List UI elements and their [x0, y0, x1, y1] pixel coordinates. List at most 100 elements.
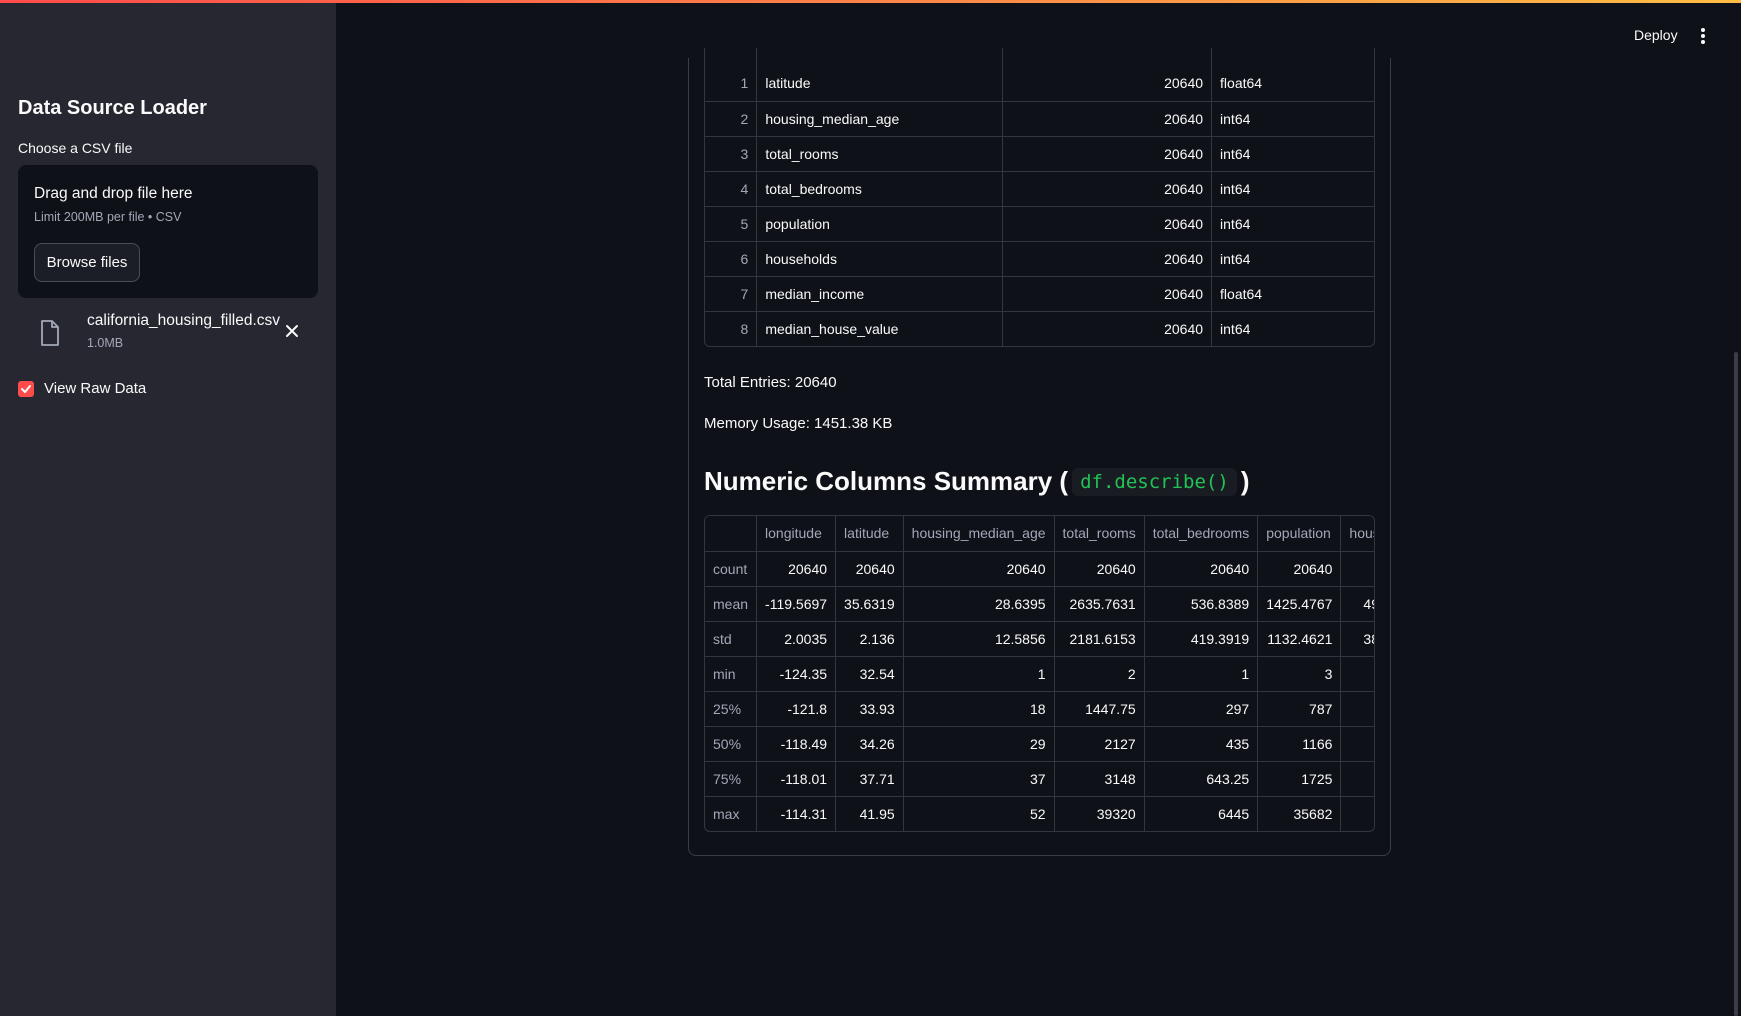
table-cell: 499.53 — [1340, 586, 1374, 622]
table-cell: 2.0035 — [756, 621, 837, 657]
column-header[interactable]: longitude — [756, 516, 837, 552]
table-row: 1 latitude 20640 float64 — [705, 66, 1374, 102]
info-cell-count: 20640 — [1002, 101, 1213, 137]
table-cell — [1340, 656, 1374, 692]
sidebar: Data Source Loader Choose a CSV file Dra… — [0, 0, 336, 1016]
info-cell-idx: 6 — [705, 241, 758, 277]
table-cell: 20640 — [903, 551, 1055, 587]
table-cell: 4 — [1340, 726, 1374, 762]
table-cell: 6 — [1340, 761, 1374, 797]
info-cell-dtype: float64 — [1211, 276, 1374, 312]
table-row: max-114.3141.95523932064453568260 — [705, 796, 1374, 831]
table-header-row: longitude latitude housing_median_age total… — [705, 516, 1374, 552]
page-scrollbar[interactable] — [1734, 352, 1738, 1016]
table-cell: 382.32 — [1340, 621, 1374, 657]
info-cell-column: population — [756, 206, 1003, 242]
column-header[interactable]: total_bedrooms — [1144, 516, 1259, 552]
row-label: min — [705, 656, 758, 692]
table-cell: -118.01 — [756, 761, 837, 797]
file-dropzone[interactable]: Drag and drop file here Limit 200MB per … — [18, 165, 318, 298]
info-cell-dtype: int64 — [1220, 320, 1251, 337]
row-label: count — [705, 551, 758, 587]
info-cell-column: median_house_value — [756, 311, 1003, 346]
browse-files-button[interactable]: Browse files — [34, 243, 140, 282]
view-raw-data-checkbox[interactable] — [18, 380, 34, 397]
table-cell: 1447.75 — [1054, 691, 1145, 727]
column-header[interactable]: housing_median_age — [903, 516, 1055, 552]
table-row: 2 housing_median_age 20640 int64 — [705, 101, 1374, 137]
table-cell: 1425.4767 — [1257, 586, 1342, 622]
column-header[interactable]: latitude — [835, 516, 904, 552]
table-cell: 37 — [903, 761, 1055, 797]
table-cell: 1166 — [1257, 726, 1342, 762]
table-cell: -124.35 — [756, 656, 837, 692]
table-cell: 2181.6153 — [1054, 621, 1145, 657]
describe-table[interactable]: longitude latitude housing_median_age total… — [704, 515, 1375, 832]
info-cell-column: total_bedrooms — [756, 171, 1003, 207]
table-cell: 18 — [903, 691, 1055, 727]
info-cell-dtype: int64 — [1211, 101, 1374, 137]
top-decoration-bar — [0, 0, 1741, 3]
dropzone-title: Drag and drop file here — [34, 185, 193, 202]
header-corner — [705, 516, 758, 552]
info-cell-dtype: int64 — [1211, 171, 1374, 207]
info-cell-count: 20640 — [1002, 171, 1213, 207]
table-cell: 1725 — [1257, 761, 1342, 797]
table-cell: 206 — [1340, 551, 1374, 587]
deploy-button[interactable]: Deploy — [1634, 27, 1678, 43]
table-cell: 35682 — [1257, 796, 1342, 831]
row-label: 75% — [705, 761, 758, 797]
table-cell: 37.71 — [835, 761, 904, 797]
info-cell-column: total_rooms — [756, 136, 1003, 172]
table-cell: 52 — [903, 796, 1055, 831]
row-label: 25% — [705, 691, 758, 727]
table-cell: 2635.7631 — [1054, 586, 1145, 622]
table-cell: 1132.4621 — [1257, 621, 1342, 657]
file-name: california_housing_filled.csv — [87, 312, 281, 329]
info-cell-count: 20640 — [1002, 66, 1213, 102]
table-row: 50%-118.4934.2629212743511664 — [705, 726, 1374, 762]
more-vertical-icon[interactable] — [1698, 26, 1708, 46]
info-cell-idx: 7 — [705, 276, 758, 312]
table-cell: 60 — [1341, 796, 1374, 831]
table-row: 7 median_income 20640 float64 — [705, 276, 1374, 312]
info-cell-count: 20640 — [1002, 136, 1213, 172]
table-cell: 41.95 — [835, 796, 904, 831]
table-cell: 787 — [1257, 691, 1342, 727]
table-cell: 34.26 — [835, 726, 904, 762]
close-icon[interactable] — [283, 322, 301, 340]
row-label: mean — [705, 586, 758, 622]
column-header[interactable]: population — [1257, 516, 1342, 552]
info-cell-dtype: float64 — [1211, 66, 1374, 102]
row-label: std — [705, 621, 758, 657]
table-row: 4 total_bedrooms 20640 int64 — [705, 171, 1374, 207]
row-label: max — [705, 796, 758, 831]
table-cell: 3148 — [1054, 761, 1145, 797]
column-info-table[interactable]: 1 latitude 20640 float64 2 housing_median_age… — [704, 48, 1375, 347]
info-cell-dtype: int64 — [1211, 206, 1374, 242]
table-cell: 29 — [903, 726, 1055, 762]
sidebar-title: Data Source Loader — [18, 97, 207, 119]
table-cell: 12.5856 — [903, 621, 1055, 657]
memory-usage-text: Memory Usage: 1451.38 KB — [704, 415, 893, 432]
view-raw-data-checkbox-row[interactable]: View Raw Data — [18, 380, 146, 397]
table-cell: -118.49 — [756, 726, 837, 762]
column-header[interactable]: househol — [1340, 516, 1374, 552]
table-cell: 20640 — [1144, 551, 1259, 587]
table-cell: 20640 — [756, 551, 837, 587]
info-cell-column: households — [756, 241, 1003, 277]
info-cell-idx: 4 — [705, 171, 758, 207]
heading-code: df.describe() — [1072, 467, 1237, 496]
table-cell: 435 — [1144, 726, 1259, 762]
table-row: mean -119.5697 35.6319 28.6395 2635.7631 536.… — [705, 586, 1374, 622]
file-icon — [40, 320, 60, 351]
table-row: count206402064020640206402064020640206 — [705, 551, 1374, 587]
info-cell-idx: 2 — [705, 101, 758, 137]
heading-text: Numeric Columns Summary ( — [704, 466, 1069, 496]
table-cell: 32.54 — [835, 656, 904, 692]
table-row: 5 population 20640 int64 — [705, 206, 1374, 242]
column-header[interactable]: total_rooms — [1054, 516, 1145, 552]
table-cell: 6445 — [1144, 796, 1259, 831]
check-icon — [21, 384, 31, 393]
row-label: 50% — [705, 726, 758, 762]
